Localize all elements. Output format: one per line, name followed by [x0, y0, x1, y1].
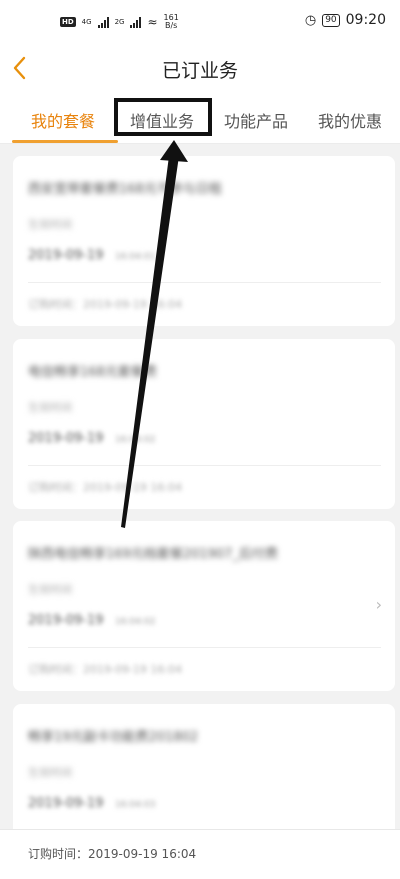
- subscription-card[interactable]: 电信畅享168元套餐费 生效时间 2019-09-19 16:04:02 订购时…: [13, 339, 395, 509]
- order-time: 订购时间：2019-09-19 16:04: [28, 663, 183, 676]
- status-bar: HD 4G 2G ≈ 161 B/s ◷ 90 09:20: [0, 0, 400, 44]
- effective-label: 生效时间: [28, 766, 72, 779]
- effective-label: 生效时间: [28, 583, 72, 596]
- effective-date: 2019-09-19: [28, 613, 104, 628]
- status-left: HD 4G 2G ≈ 161 B/s: [60, 14, 179, 30]
- page-title: 已订业务: [161, 60, 238, 82]
- subscription-card[interactable]: 畅享19元副卡功能费201802 生效时间 2019-09-19 16:04:0…: [13, 704, 395, 844]
- order-time: 订购时间：2019-09-19 16:04: [28, 298, 183, 311]
- tab-my-discounts[interactable]: 我的优惠: [318, 108, 382, 132]
- network-2g-label: 2G: [114, 18, 125, 26]
- subscription-card[interactable]: 西安宽带套餐费168元不参与日租 生效时间 2019-09-19 16:04:0…: [13, 156, 395, 326]
- order-time: 订购时间：2019-09-19 16:04: [28, 481, 183, 494]
- effective-time: 16:04:02: [115, 617, 156, 627]
- chevron-right-icon: ›: [375, 595, 382, 614]
- network-speed: 161 B/s: [164, 14, 179, 30]
- hd-badge: HD: [60, 17, 76, 27]
- effective-label: 生效时间: [28, 218, 72, 231]
- speed-unit: B/s: [164, 21, 178, 30]
- effective-label: 生效时间: [28, 401, 72, 414]
- annotation-box: [114, 98, 212, 136]
- divider: [28, 465, 381, 466]
- effective-time: 16:04:01: [115, 252, 156, 262]
- subscription-name: 电信畅享168元套餐费: [28, 365, 157, 380]
- subscription-card[interactable]: 陕西电信畅享169元档套餐201907_后付费 生效时间 2019-09-19 …: [13, 521, 395, 691]
- order-time-row: 订购时间：2019-09-19 16:04: [0, 829, 400, 879]
- clock: 09:20: [345, 12, 386, 28]
- effective-date: 2019-09-19: [28, 248, 104, 263]
- network-4g-label: 4G: [81, 18, 92, 26]
- active-tab-indicator: [12, 140, 118, 143]
- app-header: 已订业务: [0, 44, 400, 94]
- effective-time: 16:04:02: [115, 435, 156, 445]
- wifi-icon: ≈: [147, 15, 158, 29]
- subscription-name: 西安宽带套餐费168元不参与日租: [28, 182, 222, 197]
- status-right: ◷ 90 09:20: [305, 12, 386, 28]
- tab-my-plan[interactable]: 我的套餐: [31, 108, 95, 132]
- divider: [28, 282, 381, 283]
- tab-function-products[interactable]: 功能产品: [224, 108, 288, 132]
- order-time-text: 订购时间：2019-09-19 16:04: [28, 847, 197, 861]
- signal-icon: [97, 16, 109, 28]
- subscription-name: 陕西电信畅享169元档套餐201907_后付费: [28, 547, 278, 562]
- effective-date: 2019-09-19: [28, 431, 104, 446]
- divider: [28, 647, 381, 648]
- alarm-icon: ◷: [304, 12, 317, 28]
- effective-date: 2019-09-19: [28, 796, 104, 811]
- subscription-name: 畅享19元副卡功能费201802: [28, 730, 199, 745]
- effective-time: 16:04:03: [115, 800, 156, 810]
- signal-icon-2: [130, 16, 142, 28]
- battery-icon: 90: [322, 13, 340, 27]
